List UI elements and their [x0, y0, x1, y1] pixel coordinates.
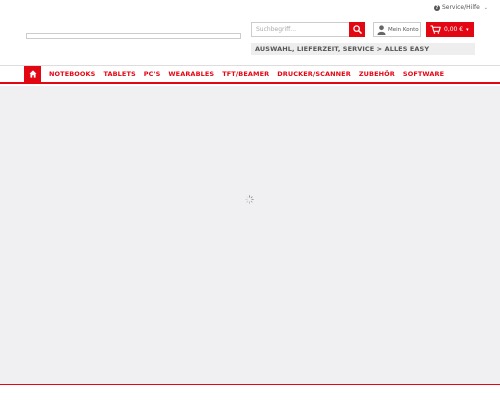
question-icon: ?: [433, 4, 440, 11]
nav-item-drucker-scanner[interactable]: DRUCKER/SCANNER: [273, 66, 355, 82]
cart-icon: [430, 25, 441, 34]
nav-item-software[interactable]: SOFTWARE: [399, 66, 448, 82]
nav-item-wearables[interactable]: WEARABLES: [164, 66, 218, 82]
main-navigation: NOTEBOOKS TABLETS PC'S WEARABLES TFT/BEA…: [0, 65, 500, 84]
service-help-label: Service/Hilfe: [441, 4, 480, 11]
cart-button[interactable]: 0,00 € ▾: [426, 22, 474, 37]
cart-caret: ▾: [466, 26, 469, 33]
nav-item-tablets[interactable]: TABLETS: [99, 66, 139, 82]
account-label: Mein Konto: [388, 26, 419, 33]
home-button[interactable]: [24, 66, 41, 82]
search-input[interactable]: [251, 22, 349, 37]
service-help-link[interactable]: ? Service/Hilfe ⌄: [433, 4, 488, 11]
cart-total: 0,00 €: [444, 26, 464, 33]
nav-item-zubehoer[interactable]: ZUBEHÖR: [355, 66, 399, 82]
nav-item-notebooks[interactable]: NOTEBOOKS: [45, 66, 99, 82]
slogan-banner: AUSWAHL, LIEFERZEIT, SERVICE > ALLES EAS…: [251, 43, 475, 55]
user-icon: [377, 24, 386, 35]
search-form: [251, 22, 365, 37]
footer-divider: [0, 384, 500, 385]
nav-item-tft-beamer[interactable]: TFT/BEAMER: [218, 66, 273, 82]
chevron-down-icon: ⌄: [483, 4, 488, 11]
home-icon: [28, 70, 37, 78]
nav-item-pcs[interactable]: PC'S: [140, 66, 165, 82]
search-icon: [352, 25, 362, 34]
search-button[interactable]: [349, 22, 365, 37]
account-button[interactable]: Mein Konto: [373, 22, 421, 37]
main-content: [0, 86, 500, 384]
loading-spinner-icon: [245, 195, 254, 204]
logo[interactable]: [26, 33, 241, 39]
